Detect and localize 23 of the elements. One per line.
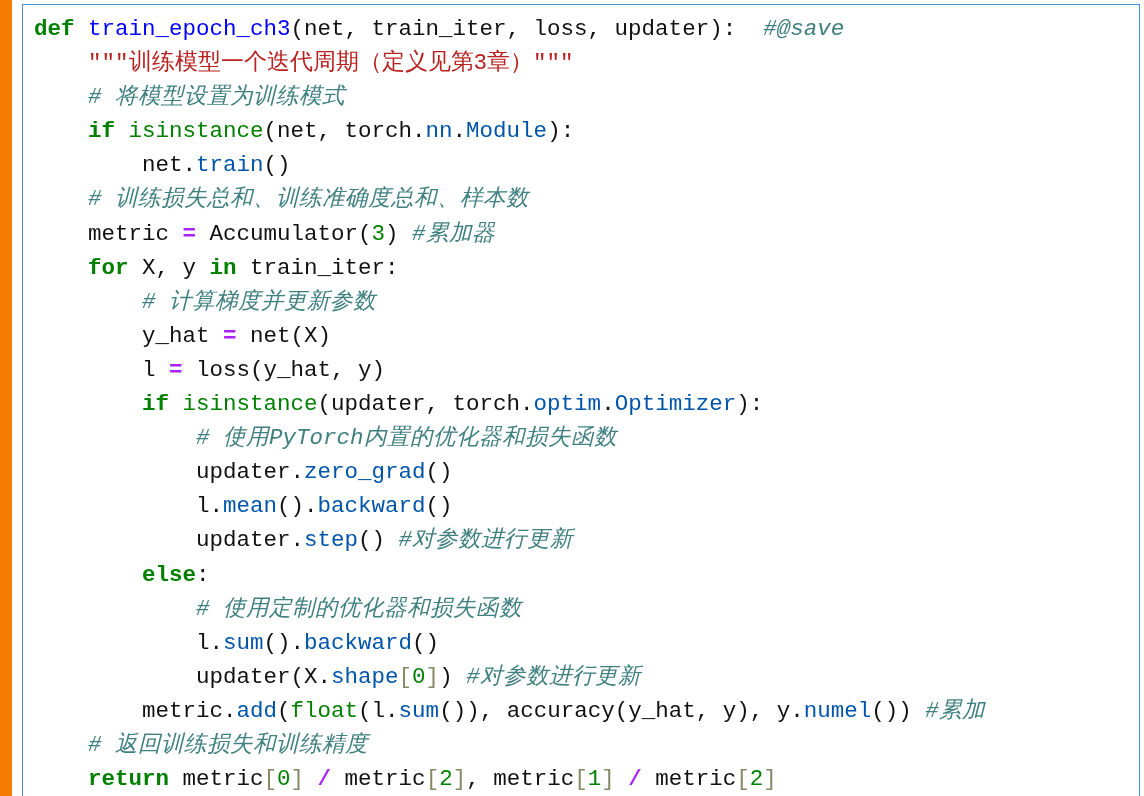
code-line: l.mean().backward() bbox=[195, 492, 453, 522]
code-line: metric = Accumulator(3) #累加器 bbox=[87, 219, 495, 249]
code-line: if isinstance(updater, torch.optim.Optimizer): bbox=[141, 390, 764, 420]
code-line: # 将模型设置为训练模式 bbox=[87, 83, 345, 113]
code-line: net.train() bbox=[141, 151, 291, 181]
code-line: else: bbox=[141, 560, 210, 590]
code-line: updater.zero_grad() bbox=[195, 458, 453, 488]
code-line: l.sum().backward() bbox=[195, 628, 440, 658]
code-line: y_hat = net(X) bbox=[141, 321, 332, 351]
code-cell[interactable] bbox=[22, 4, 1140, 796]
code-line: updater.step() #对参数进行更新 bbox=[195, 526, 574, 556]
code-line: metric.add(float(l.sum()), accuracy(y_hat, y), y.numel()) #累加 bbox=[141, 696, 985, 726]
code-line: # 使用PyTorch内置的优化器和损失函数 bbox=[195, 424, 617, 454]
code-line: return metric[0] / metric[2], metric[1] / metric[2] bbox=[87, 765, 777, 795]
code-line: # 训练损失总和、训练准确度总和、样本数 bbox=[87, 185, 529, 215]
code-line: for X, y in train_iter: bbox=[87, 253, 399, 283]
code-line: def train_epoch_ch3(net, train_iter, loss, updater): #@save bbox=[34, 15, 845, 44]
code-line: l = loss(y_hat, y) bbox=[141, 355, 386, 385]
code-line: updater(X.shape[0]) #对参数进行更新 bbox=[195, 662, 641, 692]
code-line: if isinstance(net, torch.nn.Module): bbox=[87, 117, 575, 147]
code-line: """训练模型一个迭代周期（定义见第3章）""" bbox=[87, 48, 574, 79]
code-line: # 计算梯度并更新参数 bbox=[141, 287, 377, 317]
code-line: # 使用定制的优化器和损失函数 bbox=[195, 594, 523, 624]
